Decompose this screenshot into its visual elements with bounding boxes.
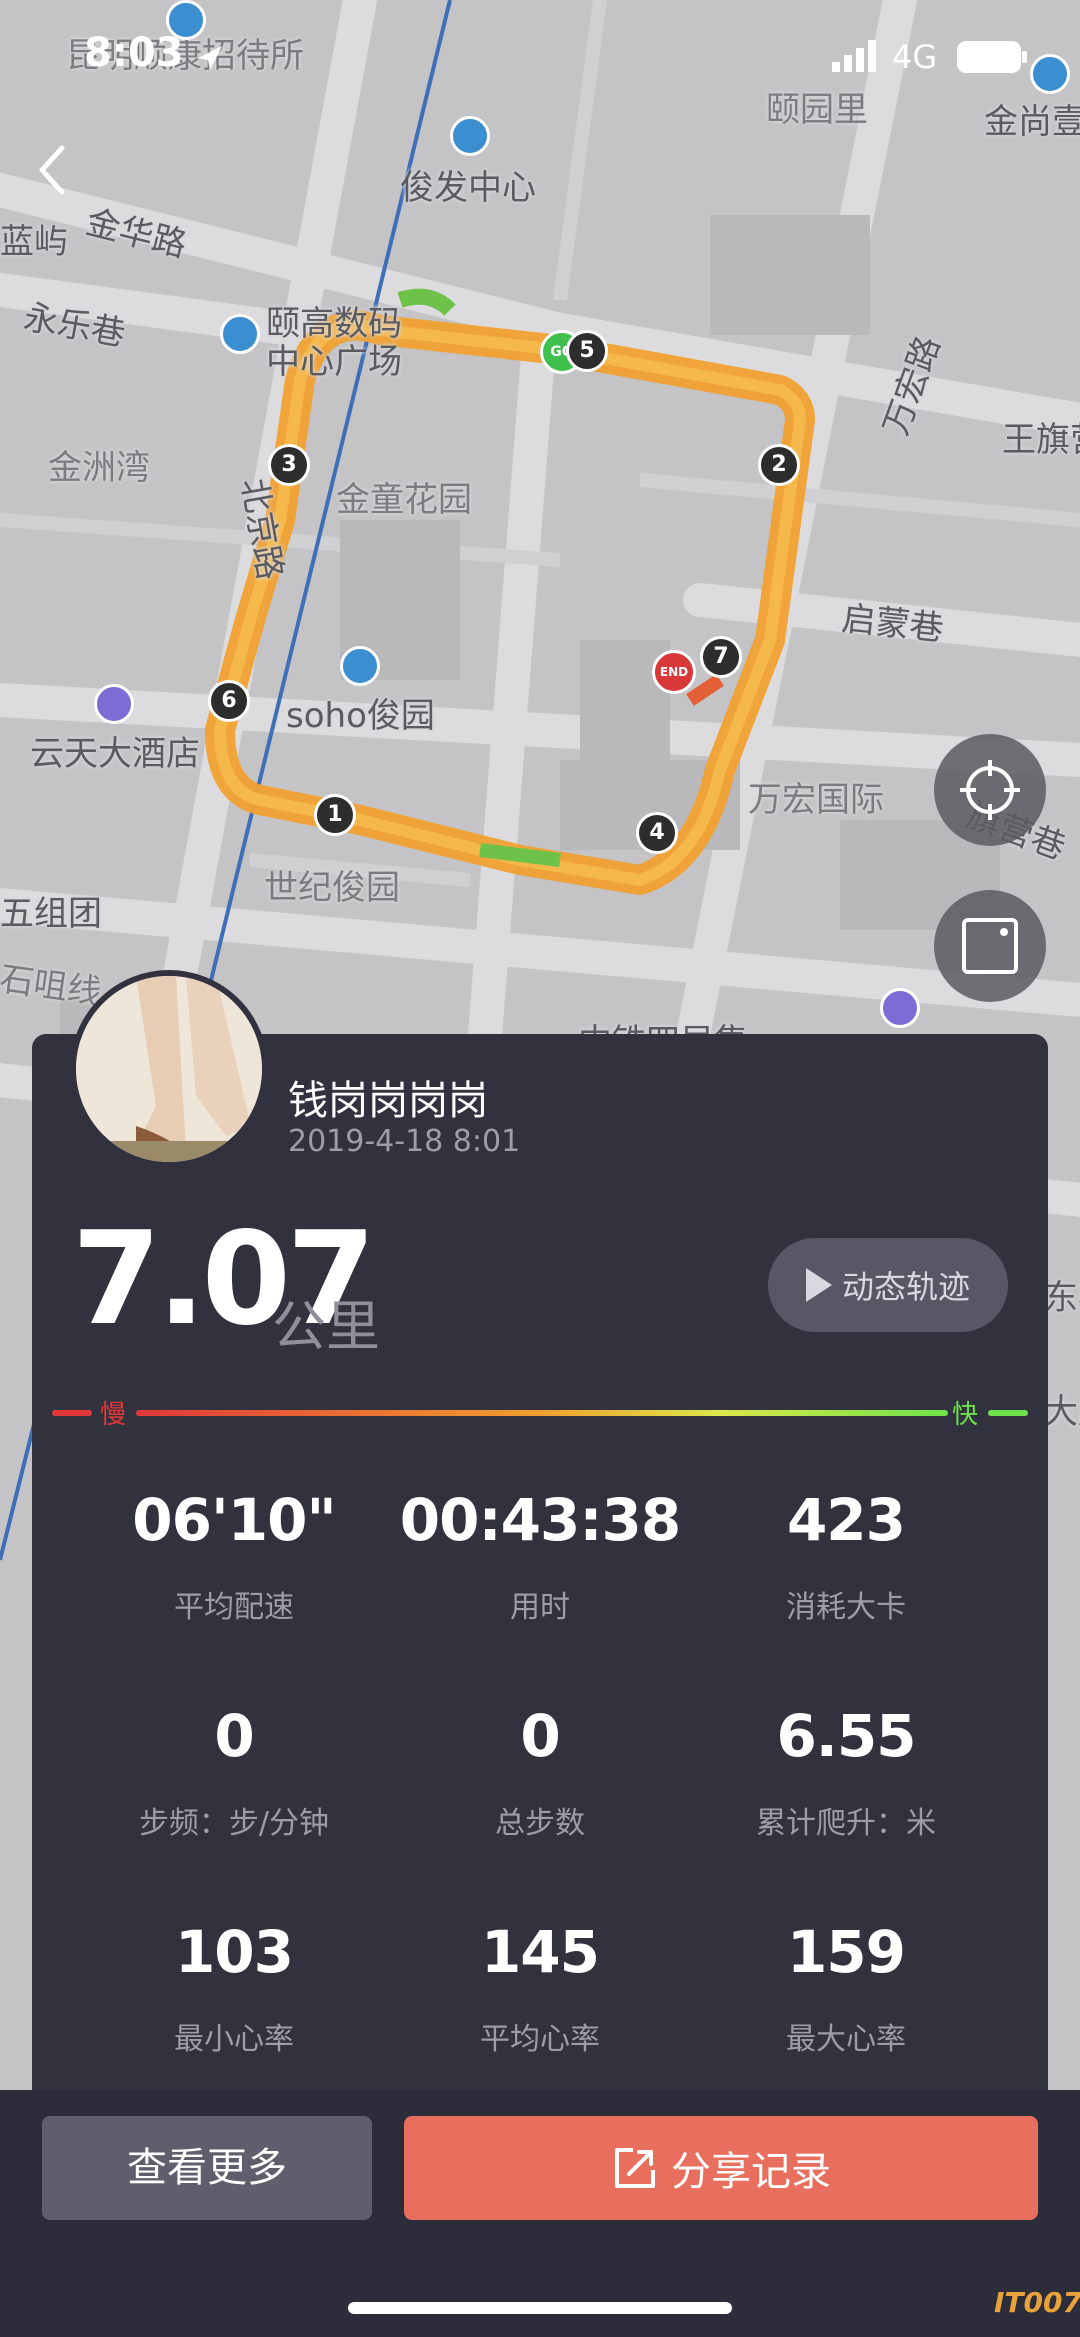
stat-duration: 00:43:38 用时 [390, 1486, 690, 1626]
stat-value: 423 [786, 1486, 906, 1554]
stat-max-heart-rate: 159 最大心率 [696, 1918, 996, 2058]
km-marker: 4 [636, 812, 678, 854]
map-label: soho俊园 [286, 696, 435, 736]
crosshair-icon [960, 760, 1020, 820]
locate-button[interactable] [934, 734, 1046, 846]
map-label: 世纪俊园 [264, 868, 400, 908]
stat-calories: 423 消耗大卡 [696, 1486, 996, 1626]
layer-square-icon [962, 918, 1018, 974]
stat-value: 06'10" [132, 1486, 336, 1554]
km-marker: 7 [700, 636, 742, 678]
km-marker: 1 [314, 794, 356, 836]
home-indicator[interactable] [348, 2302, 732, 2314]
status-time: 8:03 [84, 30, 184, 76]
stat-label: 步频：步/分钟 [138, 1806, 330, 1841]
km-marker: 5 [566, 330, 608, 372]
map-label: 东客 [1044, 1278, 1080, 1318]
map-label: 俊发中心 [400, 168, 536, 208]
map-label: 金洲湾 [48, 448, 150, 488]
stat-label: 平均心率 [480, 2022, 600, 2057]
back-button[interactable] [30, 140, 74, 200]
stat-value: 159 [786, 1918, 906, 1986]
stat-label: 总步数 [495, 1806, 585, 1841]
speed-gradient-bar [52, 1410, 1028, 1416]
km-marker: 2 [758, 444, 800, 486]
stat-label: 累计爬升：米 [756, 1806, 936, 1841]
km-marker: 3 [268, 444, 310, 486]
dynamic-track-button[interactable]: 动态轨迹 [768, 1238, 1008, 1332]
stat-label: 用时 [510, 1590, 570, 1625]
watermark: IT007 [994, 2286, 1080, 2319]
map-label: 中心广场 [266, 342, 402, 382]
map-label: 启蒙巷 [839, 598, 946, 650]
speed-slow-label: 慢 [100, 1400, 127, 1430]
stat-cadence: 0 步频：步/分钟 [84, 1702, 384, 1842]
view-more-button[interactable]: 查看更多 [42, 2116, 372, 2220]
stat-avg-pace: 06'10" 平均配速 [84, 1486, 384, 1626]
username: 钱岗岗岗岗 [288, 1078, 488, 1124]
location-arrow-icon [198, 46, 222, 70]
workout-datetime: 2019-4-18 8:01 [288, 1124, 521, 1159]
hotel-poi-icon [880, 988, 920, 1028]
dynamic-track-label: 动态轨迹 [841, 1268, 970, 1306]
network-type: 4G [892, 38, 938, 76]
share-record-label: 分享记录 [671, 2149, 831, 2195]
map-label: 五组团 [0, 894, 102, 934]
speed-fast-label: 快 [952, 1400, 979, 1430]
stat-avg-heart-rate: 145 平均心率 [390, 1918, 690, 2058]
hotel-poi-icon [94, 684, 134, 724]
stat-label: 最小心率 [174, 2022, 294, 2057]
map-label: 王旗营 [1002, 420, 1080, 460]
stat-label: 最大心率 [786, 2022, 906, 2057]
avatar[interactable] [70, 970, 268, 1168]
distance-unit: 公里 [272, 1295, 380, 1358]
km-marker: 6 [208, 680, 250, 722]
battery-icon [957, 41, 1027, 73]
map-label: 蓝屿 [0, 222, 68, 262]
stat-value: 145 [480, 1918, 600, 1986]
stat-value: 0 [214, 1702, 254, 1770]
building-poi-icon [450, 116, 490, 156]
end-marker: END [652, 650, 696, 694]
stat-value: 6.55 [776, 1702, 916, 1770]
chevron-left-icon [39, 145, 65, 195]
map-label: 大厦 [1044, 1392, 1080, 1432]
stat-elevation-gain: 6.55 累计爬升：米 [696, 1702, 996, 1842]
share-icon [615, 2148, 655, 2188]
building-poi-icon [340, 646, 380, 686]
map-label: 金童花园 [336, 480, 472, 520]
stat-value: 00:43:38 [399, 1486, 682, 1554]
stat-total-steps: 0 总步数 [390, 1702, 690, 1842]
stat-value: 0 [520, 1702, 560, 1770]
map-label: 云天大酒店 [30, 734, 200, 774]
share-record-button[interactable]: 分享记录 [404, 2116, 1038, 2220]
map-layer-button[interactable] [934, 890, 1046, 1002]
stat-min-heart-rate: 103 最小心率 [84, 1918, 384, 2058]
signal-bars-icon [832, 40, 876, 72]
stat-label: 平均配速 [174, 1590, 294, 1625]
play-icon [805, 1268, 832, 1302]
stat-value: 103 [174, 1918, 294, 1986]
avatar-image [76, 976, 262, 1162]
building-poi-icon [220, 314, 260, 354]
stat-label: 消耗大卡 [786, 1590, 906, 1625]
map-label: 万宏国际 [748, 780, 884, 820]
status-bar: 8:03 4G [0, 0, 1080, 120]
